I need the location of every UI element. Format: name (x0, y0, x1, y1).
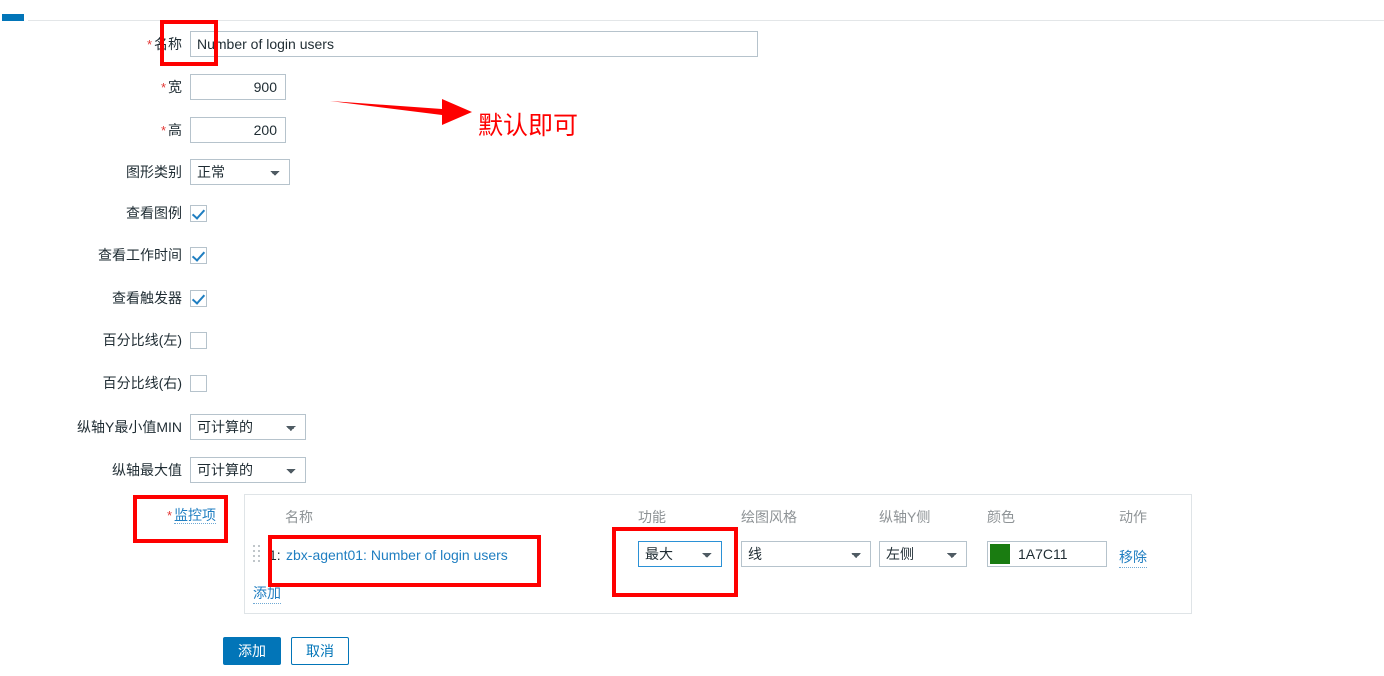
required-asterisk-width: * (160, 80, 166, 95)
label-monitored-items: * 监控项 (0, 505, 228, 525)
column-header-color: 颜色 (987, 509, 1015, 525)
label-y-min: 纵轴Y最小值MIN (77, 419, 182, 435)
row-y-max: 纵轴最大值 可计算的 (0, 457, 306, 483)
required-asterisk-items: * (166, 508, 172, 523)
color-hex-value: 1A7C11 (1018, 546, 1068, 562)
row-percentile-left: 百分比线(左) (0, 330, 207, 350)
required-asterisk-height: * (160, 123, 166, 138)
submit-add-button[interactable]: 添加 (223, 637, 281, 665)
label-graph-width: * 宽 (0, 77, 190, 97)
label-graph-type: 图形类别 (126, 164, 182, 180)
label-show-working-time: 查看工作时间 (98, 247, 182, 263)
label-graph-name-text: 名称 (154, 36, 182, 52)
label-graph-height: * 高 (0, 120, 190, 140)
show-triggers-checkbox[interactable] (190, 289, 207, 307)
add-item-link[interactable]: 添加 (253, 583, 281, 604)
column-header-draw-style: 绘图风格 (741, 509, 797, 525)
item-name-link[interactable]: zbx-agent01: Number of login users (286, 547, 508, 563)
item-color-picker[interactable]: 1A7C11 (987, 541, 1107, 567)
label-percentile-left: 百分比线(左) (102, 332, 182, 348)
row-graph-name: * 名称 (0, 31, 758, 57)
cancel-button[interactable]: 取消 (291, 637, 349, 665)
graph-width-input[interactable] (190, 74, 286, 100)
item-y-axis-side-select[interactable]: 左侧 (879, 541, 967, 567)
color-swatch (990, 544, 1010, 564)
annotation-arrow-icon (330, 99, 472, 125)
graph-height-input[interactable] (190, 117, 286, 143)
label-percentile-right: 百分比线(右) (102, 375, 182, 391)
label-graph-name: * 名称 (0, 34, 190, 54)
label-graph-height-text: 高 (168, 122, 182, 138)
label-y-max: 纵轴最大值 (112, 462, 182, 478)
show-working-time-checkbox[interactable] (190, 246, 207, 264)
row-show-legend: 查看图例 (0, 203, 207, 223)
browser-top-strip (0, 0, 1384, 22)
browser-tab-chip[interactable] (2, 14, 24, 21)
percentile-left-checkbox[interactable] (190, 331, 207, 349)
row-graph-height: * 高 (0, 117, 286, 143)
column-header-y-axis-side: 纵轴Y侧 (879, 509, 931, 525)
graph-type-select[interactable]: 正常 (190, 159, 290, 185)
label-monitored-items-text[interactable]: 监控项 (174, 507, 216, 524)
row-percentile-right: 百分比线(右) (0, 373, 207, 393)
drag-handle-icon[interactable] (253, 545, 262, 567)
required-asterisk-name: * (146, 37, 152, 52)
label-graph-width-text: 宽 (168, 79, 182, 95)
percentile-right-checkbox[interactable] (190, 374, 207, 392)
row-y-min: 纵轴Y最小值MIN 可计算的 (0, 414, 306, 440)
y-min-select[interactable]: 可计算的 (190, 414, 306, 440)
show-legend-checkbox[interactable] (190, 204, 207, 222)
column-header-action: 动作 (1119, 509, 1147, 525)
graph-name-input[interactable] (190, 31, 758, 57)
item-remove-link[interactable]: 移除 (1119, 547, 1147, 568)
row-show-triggers: 查看触发器 (0, 288, 207, 308)
y-max-select[interactable]: 可计算的 (190, 457, 306, 483)
item-function-select[interactable]: 最大 (638, 541, 722, 567)
annotation-default-note: 默认即可 (478, 112, 579, 140)
header-divider (28, 20, 1384, 21)
column-header-name: 名称 (285, 509, 313, 525)
label-show-legend: 查看图例 (126, 205, 182, 221)
row-graph-type: 图形类别 正常 (0, 159, 290, 185)
column-header-function: 功能 (638, 509, 666, 525)
footer-button-group: 添加 取消 (223, 637, 349, 665)
row-show-working-time: 查看工作时间 (0, 245, 207, 265)
row-graph-width: * 宽 (0, 74, 286, 100)
table-row-index: 1: (269, 547, 281, 563)
item-draw-style-select[interactable]: 线 (741, 541, 871, 567)
monitored-items-table: 名称 功能 绘图风格 纵轴Y侧 颜色 动作 1: zbx-agent01: Nu… (244, 494, 1192, 614)
label-show-triggers: 查看触发器 (112, 290, 182, 306)
